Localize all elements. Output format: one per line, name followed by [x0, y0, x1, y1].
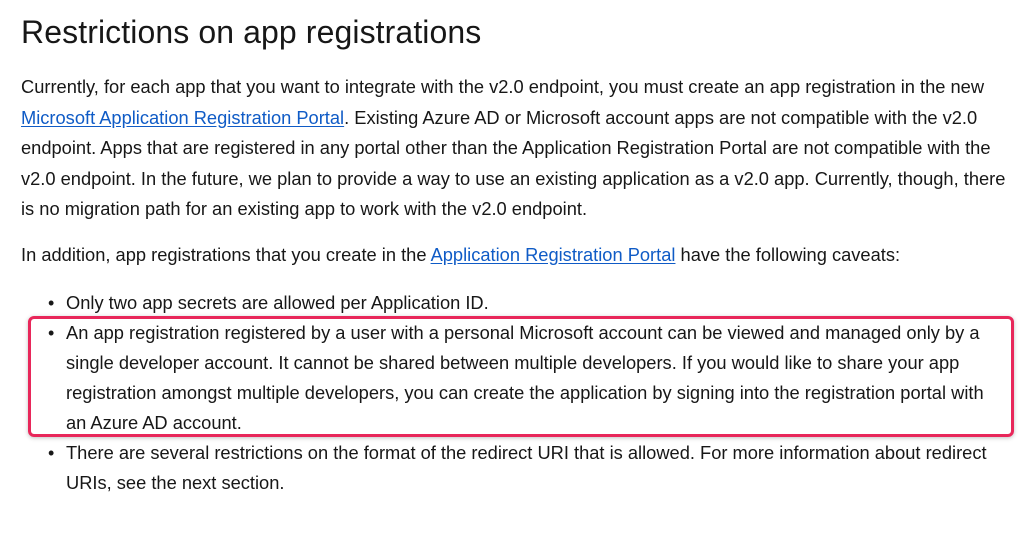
intro-text-start: Currently, for each app that you want to…	[21, 76, 985, 97]
list-item: Only two app secrets are allowed per App…	[21, 288, 1006, 318]
page-title: Restrictions on app registrations	[21, 14, 482, 50]
caveats-intro-text-end: have the following caveats:	[675, 244, 901, 265]
list-item: There are several restrictions on the fo…	[21, 438, 1006, 498]
caveats-list: Only two app secrets are allowed per App…	[21, 288, 1006, 498]
caveats-intro-text-start: In addition, app registrations that you …	[21, 244, 431, 265]
intro-paragraph: Currently, for each app that you want to…	[21, 72, 1006, 225]
caveats-intro-paragraph: In addition, app registrations that you …	[21, 240, 1006, 271]
registration-portal-link[interactable]: Microsoft Application Registration Porta…	[21, 107, 344, 128]
list-item: An app registration registered by a user…	[21, 318, 1006, 438]
application-registration-portal-link[interactable]: Application Registration Portal	[431, 244, 676, 265]
